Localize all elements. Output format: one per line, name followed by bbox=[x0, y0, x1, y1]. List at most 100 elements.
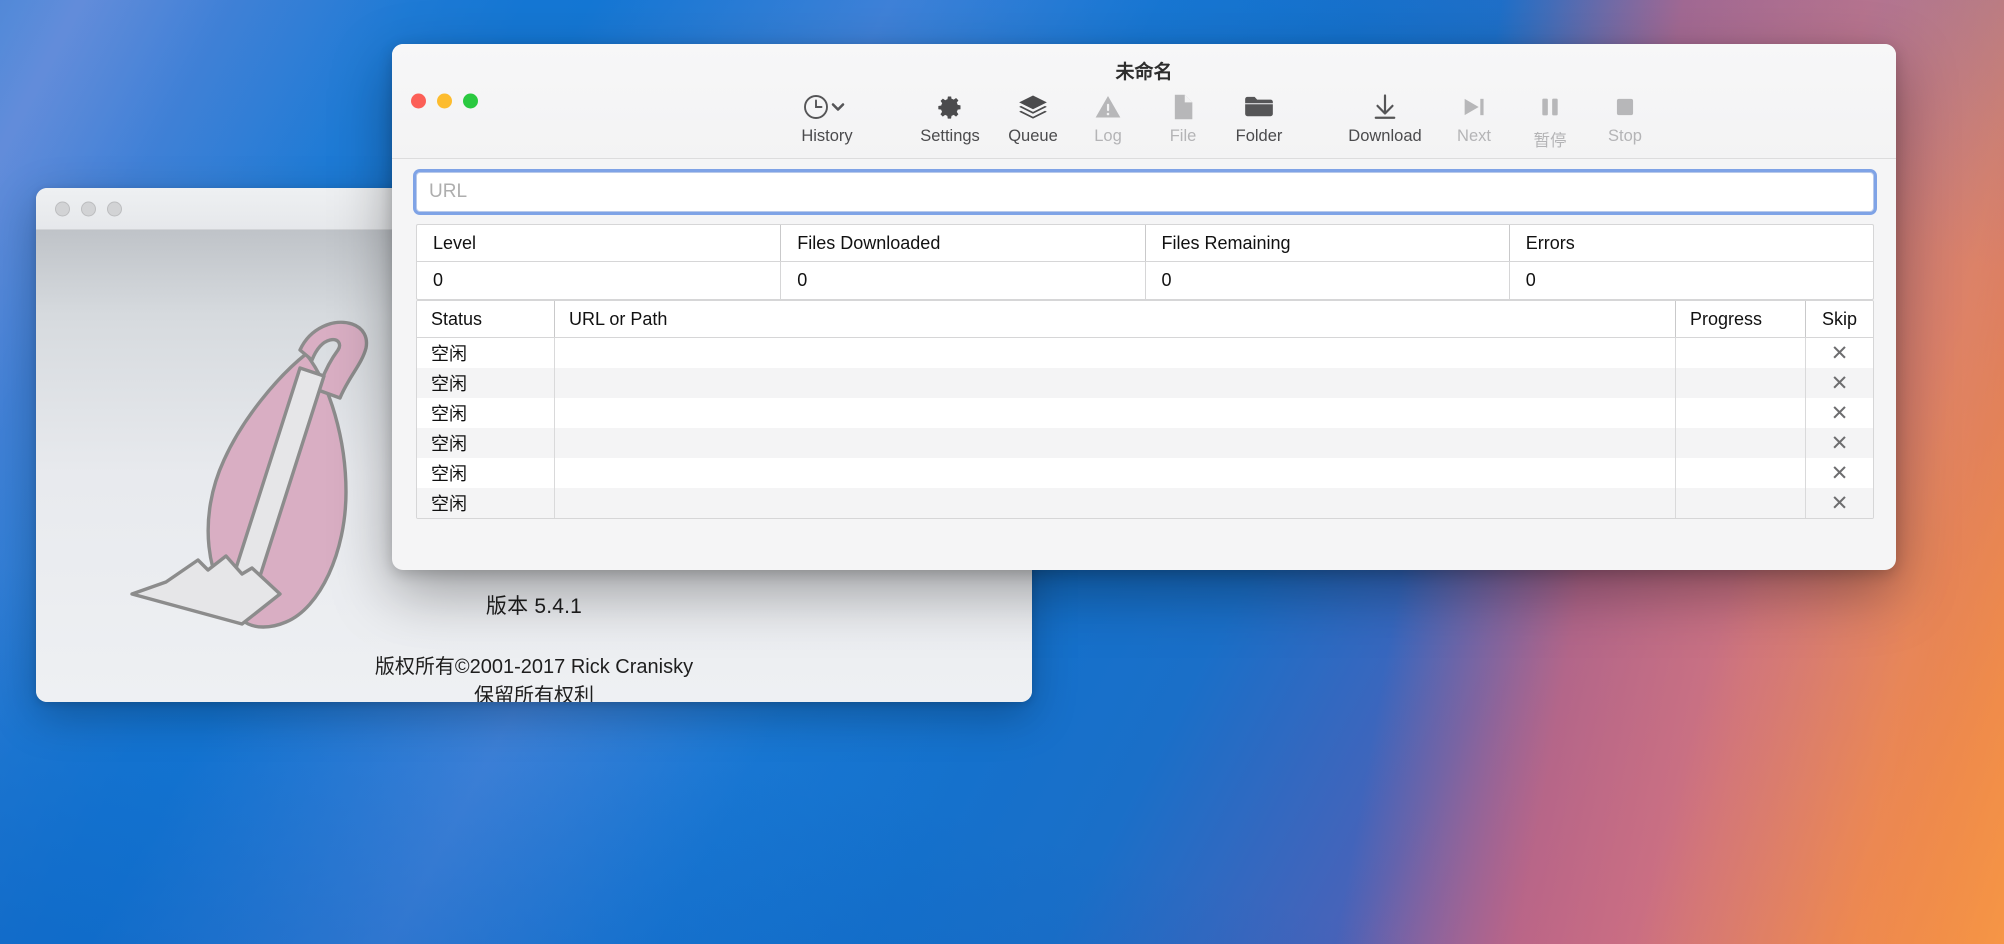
stats-value-level: 0 bbox=[433, 270, 444, 290]
toolbar-button-history[interactable]: History bbox=[775, 90, 879, 146]
close-icon: ✕ bbox=[1830, 461, 1849, 485]
about-text-block: 版本 5.4.1 版权所有©2001-2017 Rick Cranisky 保留… bbox=[36, 590, 1032, 702]
folder-icon bbox=[1244, 90, 1274, 124]
table-row[interactable]: 空闲 ✕ bbox=[417, 338, 1873, 368]
row-status: 空闲 bbox=[431, 464, 467, 484]
stats-value-files-remaining: 0 bbox=[1144, 262, 1509, 299]
row-url-path bbox=[554, 488, 1675, 518]
row-url-path bbox=[554, 398, 1675, 428]
toolbar-label-download: Download bbox=[1348, 127, 1422, 145]
row-skip-button[interactable]: ✕ bbox=[1805, 458, 1873, 488]
row-url-path bbox=[554, 368, 1675, 398]
row-url-path bbox=[554, 338, 1675, 368]
row-progress bbox=[1675, 338, 1805, 368]
toolbar-button-folder[interactable]: Folder bbox=[1218, 90, 1300, 146]
toolbar-button-stop[interactable]: Stop bbox=[1591, 90, 1659, 146]
close-icon: ✕ bbox=[1830, 431, 1849, 455]
url-input-placeholder: URL bbox=[429, 181, 468, 202]
row-status: 空闲 bbox=[431, 434, 467, 454]
main-window[interactable]: 未命名 History Settings Queue Log File Fold… bbox=[392, 44, 1896, 570]
rights-line: 保留所有权利 bbox=[474, 685, 594, 702]
row-url-path bbox=[554, 428, 1675, 458]
toolbar-label-history: History bbox=[801, 127, 853, 145]
stats-header-errors: Errors bbox=[1508, 225, 1873, 261]
app-version-label: 版本 5.4.1 bbox=[485, 595, 583, 618]
list-header-url-or-path[interactable]: URL or Path bbox=[554, 301, 1675, 337]
toolbar-button-log[interactable]: Log bbox=[1077, 90, 1139, 146]
table-row[interactable]: 空闲 ✕ bbox=[417, 488, 1873, 518]
toolbar-item-list: History Settings Queue Log File Folder D… bbox=[392, 90, 1896, 156]
row-progress bbox=[1675, 428, 1805, 458]
zoom-button-inactive[interactable] bbox=[107, 201, 122, 216]
warning-icon bbox=[1094, 90, 1122, 124]
close-icon: ✕ bbox=[1830, 341, 1849, 365]
row-skip-button[interactable]: ✕ bbox=[1805, 428, 1873, 458]
vacuum-cleaner-icon bbox=[130, 320, 369, 629]
pause-icon bbox=[1538, 90, 1562, 124]
list-header-status[interactable]: Status bbox=[417, 301, 554, 337]
table-row[interactable]: 空闲 ✕ bbox=[417, 368, 1873, 398]
close-button-inactive[interactable] bbox=[55, 201, 70, 216]
row-progress bbox=[1675, 458, 1805, 488]
toolbar-button-queue[interactable]: Queue bbox=[997, 90, 1069, 146]
row-status: 空闲 bbox=[431, 494, 467, 514]
gear-icon bbox=[936, 90, 964, 124]
toolbar-button-file[interactable]: File bbox=[1152, 90, 1214, 146]
stats-value-files-downloaded: 0 bbox=[780, 262, 1144, 299]
stats-header-level: Level bbox=[433, 232, 477, 253]
toolbar-button-next[interactable]: Next bbox=[1439, 90, 1509, 146]
row-status: 空闲 bbox=[431, 374, 467, 394]
row-progress bbox=[1675, 398, 1805, 428]
download-icon bbox=[1370, 90, 1400, 124]
row-skip-button[interactable]: ✕ bbox=[1805, 398, 1873, 428]
stats-header-files-downloaded: Files Downloaded bbox=[780, 225, 1144, 261]
table-row[interactable]: 空闲 ✕ bbox=[417, 428, 1873, 458]
toolbar-label-next: Next bbox=[1457, 127, 1491, 145]
row-skip-button[interactable]: ✕ bbox=[1805, 488, 1873, 518]
list-header-progress[interactable]: Progress bbox=[1675, 301, 1805, 337]
about-traffic-lights bbox=[55, 201, 122, 216]
toolbar-label-queue: Queue bbox=[1008, 127, 1058, 145]
table-row[interactable]: 空闲 ✕ bbox=[417, 458, 1873, 488]
clock-icon bbox=[803, 90, 851, 124]
toolbar-button-settings[interactable]: Settings bbox=[906, 90, 994, 146]
row-progress bbox=[1675, 488, 1805, 518]
row-url-path bbox=[554, 458, 1675, 488]
toolbar-label-log: Log bbox=[1094, 127, 1122, 145]
document-icon bbox=[1171, 90, 1195, 124]
close-icon: ✕ bbox=[1830, 401, 1849, 425]
download-list-table: Status URL or Path Progress Skip 空闲 ✕ 空闲… bbox=[416, 300, 1874, 519]
window-title: 未命名 bbox=[1115, 62, 1173, 83]
stats-table-value-row: 0 0 0 0 bbox=[417, 262, 1873, 299]
toolbar-label-file: File bbox=[1169, 127, 1197, 145]
toolbar-button-download[interactable]: Download bbox=[1332, 90, 1438, 146]
toolbar-button-pause[interactable]: 暂停 bbox=[1516, 90, 1584, 151]
app-copyright-label: 版权所有©2001-2017 Rick Cranisky 保留所有权利 bbox=[36, 653, 1032, 702]
row-progress bbox=[1675, 368, 1805, 398]
close-icon: ✕ bbox=[1830, 491, 1849, 515]
stop-icon bbox=[1614, 90, 1636, 124]
stats-table: Level Files Downloaded Files Remaining E… bbox=[416, 224, 1874, 300]
url-row: URL bbox=[392, 160, 1896, 224]
table-row[interactable]: 空闲 ✕ bbox=[417, 398, 1873, 428]
row-skip-button[interactable]: ✕ bbox=[1805, 368, 1873, 398]
minimize-button-inactive[interactable] bbox=[81, 201, 96, 216]
main-window-toolbar: 未命名 History Settings Queue Log File Fold… bbox=[392, 44, 1896, 159]
list-header-skip[interactable]: Skip bbox=[1805, 301, 1873, 337]
list-table-header-row: Status URL or Path Progress Skip bbox=[417, 301, 1873, 338]
toolbar-label-settings: Settings bbox=[920, 127, 980, 145]
stats-header-files-remaining: Files Remaining bbox=[1144, 225, 1509, 261]
row-status: 空闲 bbox=[431, 344, 467, 364]
copyright-line: 版权所有©2001-2017 Rick Cranisky bbox=[374, 656, 694, 678]
stats-table-header-row: Level Files Downloaded Files Remaining E… bbox=[417, 225, 1873, 262]
layers-icon bbox=[1018, 90, 1048, 124]
stats-value-errors: 0 bbox=[1508, 262, 1873, 299]
close-icon: ✕ bbox=[1830, 371, 1849, 395]
toolbar-label-folder: Folder bbox=[1235, 127, 1283, 145]
toolbar-label-stop: Stop bbox=[1608, 127, 1642, 145]
url-input[interactable]: URL bbox=[416, 172, 1874, 212]
row-status: 空闲 bbox=[431, 404, 467, 424]
next-icon bbox=[1460, 90, 1488, 124]
row-skip-button[interactable]: ✕ bbox=[1805, 338, 1873, 368]
toolbar-label-pause: 暂停 bbox=[1533, 132, 1567, 150]
